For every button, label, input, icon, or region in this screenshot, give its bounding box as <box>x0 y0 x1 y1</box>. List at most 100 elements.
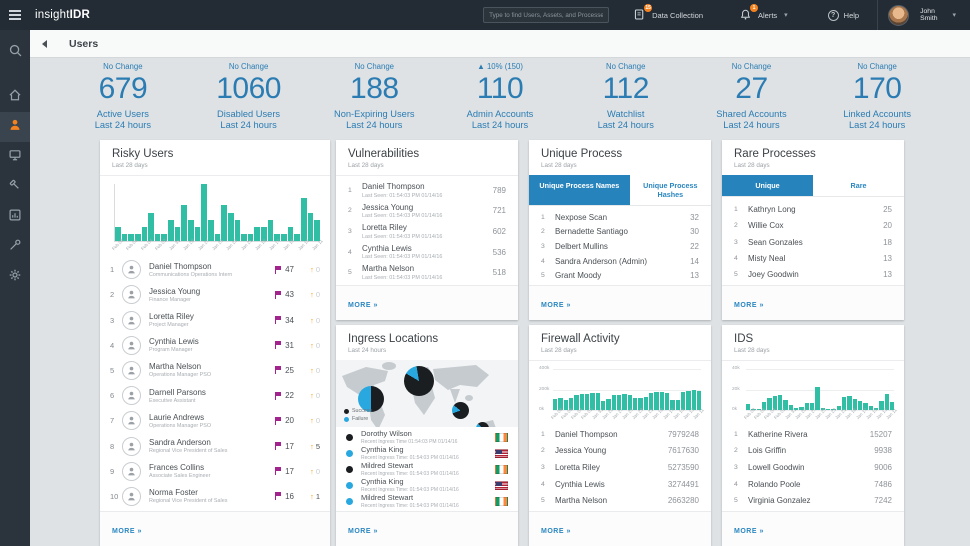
list-item[interactable]: 3Delbert Mullins22 <box>529 239 711 254</box>
list-item[interactable]: 2Jessica Young7617630 <box>529 443 711 460</box>
row-value: 7486 <box>874 480 892 489</box>
list-item[interactable]: 3Loretta Riley5273590 <box>529 459 711 476</box>
tab-rare[interactable]: Rare <box>813 175 904 196</box>
tab-unique[interactable]: Unique <box>722 175 813 196</box>
stat-2[interactable]: No Change188Non-Expiring UsersLast 24 ho… <box>311 62 437 134</box>
risky-user-row[interactable]: 8Sandra AndersonRegional Vice President … <box>100 433 330 458</box>
row-name: Willie Cox <box>748 221 883 230</box>
risky-user-row[interactable]: 5Martha NelsonOperations Manager PSO25↑0 <box>100 358 330 383</box>
y-tick-label: 40k <box>732 366 740 371</box>
stat-6[interactable]: No Change170Linked AccountsLast 24 hours <box>814 62 940 134</box>
stat-3[interactable]: ▲ 10% (150)110Admin AccountsLast 24 hour… <box>437 62 563 134</box>
help-button[interactable]: ? Help <box>828 10 859 21</box>
hamburger-menu-icon[interactable] <box>0 0 30 30</box>
risky-user-row[interactable]: 1Daniel ThompsonCommunications Operation… <box>100 257 330 282</box>
stat-5[interactable]: No Change27Shared AccountsLast 24 hours <box>689 62 815 134</box>
risky-user-row[interactable]: 4Cynthia LewisProgram Manager31↑0 <box>100 333 330 358</box>
chart-bar <box>228 213 234 242</box>
list-item[interactable]: Dorothy WilsonRecent Ingress Time 01:54:… <box>336 429 518 445</box>
sidebar-item-investigations[interactable] <box>0 172 30 202</box>
list-item[interactable]: 5Joey Goodwin13 <box>722 267 904 283</box>
more-link[interactable]: MORE » <box>529 285 711 320</box>
stat-4[interactable]: No Change112WatchlistLast 24 hours <box>563 62 689 134</box>
list-item[interactable]: 4Sandra Anderson (Admin)14 <box>529 254 711 269</box>
row-detail: Recent Ingress Time: 01:54:03 PM 01/14/1… <box>361 503 495 509</box>
row-rank: 1 <box>541 431 555 438</box>
risky-user-row[interactable]: 10Norma FosterRegional Vice President of… <box>100 484 330 509</box>
map-marker[interactable] <box>452 402 469 419</box>
sidebar-item-reports[interactable] <box>0 202 30 232</box>
risky-user-row[interactable]: 7Laurie AndrewsOperations Manager PSO20↑… <box>100 408 330 433</box>
alerts-button[interactable]: 1 Alerts ▾ <box>739 8 788 22</box>
breadcrumb: Users <box>30 30 970 58</box>
x-tick-label: Jan 25 <box>814 412 826 424</box>
arrow-up-icon: ↑ <box>310 366 314 375</box>
risky-user-row[interactable]: 3Loretta RileyProject Manager34↑0 <box>100 307 330 332</box>
stat-1[interactable]: No Change1060Disabled UsersLast 24 hours <box>186 62 312 134</box>
row-value: 789 <box>493 186 506 195</box>
more-link[interactable]: MORE » <box>336 511 518 546</box>
delta-count: ↑0 <box>304 391 320 400</box>
list-item[interactable]: 2Jessica YoungLast Seen: 01:54:03 PM 01/… <box>336 201 518 222</box>
list-item[interactable]: 4Misty Neal13 <box>722 250 904 266</box>
sidebar-item-log-search[interactable] <box>0 232 30 262</box>
back-arrow-icon[interactable] <box>42 40 47 48</box>
list-item[interactable]: 2Lois Griffin9938 <box>722 443 904 460</box>
list-item[interactable]: 2Willie Cox20 <box>722 217 904 233</box>
row-name: Virginia Gonzalez <box>748 496 874 505</box>
list-item[interactable]: Mildred StewartRecent Ingress Time: 01:5… <box>336 493 518 509</box>
flag-icon <box>274 391 282 401</box>
sidebar-item-endpoints[interactable] <box>0 142 30 172</box>
tab-unique-process-names[interactable]: Unique Process Names <box>529 175 630 205</box>
list-item[interactable]: 1Daniel ThompsonLast Seen: 01:54:03 PM 0… <box>336 180 518 201</box>
list-item[interactable]: 5Grant Moody13 <box>529 268 711 283</box>
list-item[interactable]: 3Lowell Goodwin9006 <box>722 459 904 476</box>
list-item[interactable]: Cynthia KingRecent Ingress Time: 01:54:0… <box>336 445 518 461</box>
more-link[interactable]: MORE » <box>722 511 904 546</box>
list-item[interactable]: 5Martha NelsonLast Seen: 01:54:03 PM 01/… <box>336 262 518 283</box>
more-link[interactable]: MORE » <box>336 285 518 320</box>
map-marker[interactable] <box>404 366 434 396</box>
sidebar-item-settings[interactable] <box>0 262 30 292</box>
search-input[interactable] <box>483 7 609 23</box>
tab-unique-process-hashes[interactable]: Unique Process Hashes <box>630 175 711 205</box>
sidebar-item-home[interactable] <box>0 82 30 112</box>
list-item[interactable]: 4Rolando Poole7486 <box>722 476 904 493</box>
list-item[interactable]: 1Katherine Rivera15207 <box>722 426 904 443</box>
data-collection-button[interactable]: 15 Data Collection <box>633 8 703 22</box>
list-item[interactable]: Cynthia KingRecent Ingress Time: 01:54:0… <box>336 477 518 493</box>
ingress-list: Dorothy WilsonRecent Ingress Time 01:54:… <box>336 427 518 511</box>
arrow-up-icon: ↑ <box>310 391 314 400</box>
risky-user-row[interactable]: 9Frances CollinsAssociate Sales Engineer… <box>100 459 330 484</box>
row-name: Delbert Mullins <box>555 242 690 251</box>
row-name: Daniel Thompson <box>555 430 668 439</box>
risky-user-row[interactable]: 2Jessica YoungFinance Manager43↑0 <box>100 282 330 307</box>
sidebar-item-search[interactable] <box>0 38 30 68</box>
sidebar-item-users[interactable] <box>0 112 30 142</box>
list-item[interactable]: 2Bernadette Santiago30 <box>529 225 711 240</box>
stat-0[interactable]: No Change679Active UsersLast 24 hours <box>60 62 186 134</box>
row-name: Cynthia King <box>361 477 495 486</box>
more-link[interactable]: MORE » <box>722 285 904 320</box>
ids-chart: 40k20k0k Feb 08Feb 06Feb 04Feb 02Jan 31J… <box>722 360 904 424</box>
row-name: Loretta Riley <box>362 223 493 232</box>
list-item[interactable]: 5Virginia Gonzalez7242 <box>722 492 904 509</box>
list-item[interactable]: 3Loretta RileyLast Seen: 01:54:03 PM 01/… <box>336 221 518 242</box>
user-menu[interactable]: JohnSmith ▾ <box>888 5 956 26</box>
list-item[interactable]: Mildred StewartRecent Ingress Time: 01:5… <box>336 461 518 477</box>
list-item[interactable]: 1Kathryn Long25 <box>722 201 904 217</box>
user-avatar-icon <box>122 411 141 430</box>
user-role: Finance Manager <box>149 297 274 303</box>
list-item[interactable]: 4Cynthia LewisLast Seen: 01:54:03 PM 01/… <box>336 242 518 263</box>
risky-user-row[interactable]: 6Darnell ParsonsExecutive Assistant22↑0 <box>100 383 330 408</box>
list-item[interactable]: 4Cynthia Lewis3274491 <box>529 476 711 493</box>
stat-value: 27 <box>689 73 815 105</box>
page-title: Users <box>69 38 98 50</box>
list-item[interactable]: 5Martha Nelson2663280 <box>529 492 711 509</box>
list-item[interactable]: 3Sean Gonzales18 <box>722 234 904 250</box>
more-link[interactable]: MORE » <box>100 511 330 546</box>
delta-count: ↑0 <box>304 341 320 350</box>
more-link[interactable]: MORE » <box>529 511 711 546</box>
list-item[interactable]: 1Daniel Thompson7979248 <box>529 426 711 443</box>
list-item[interactable]: 1Nexpose Scan32 <box>529 210 711 225</box>
